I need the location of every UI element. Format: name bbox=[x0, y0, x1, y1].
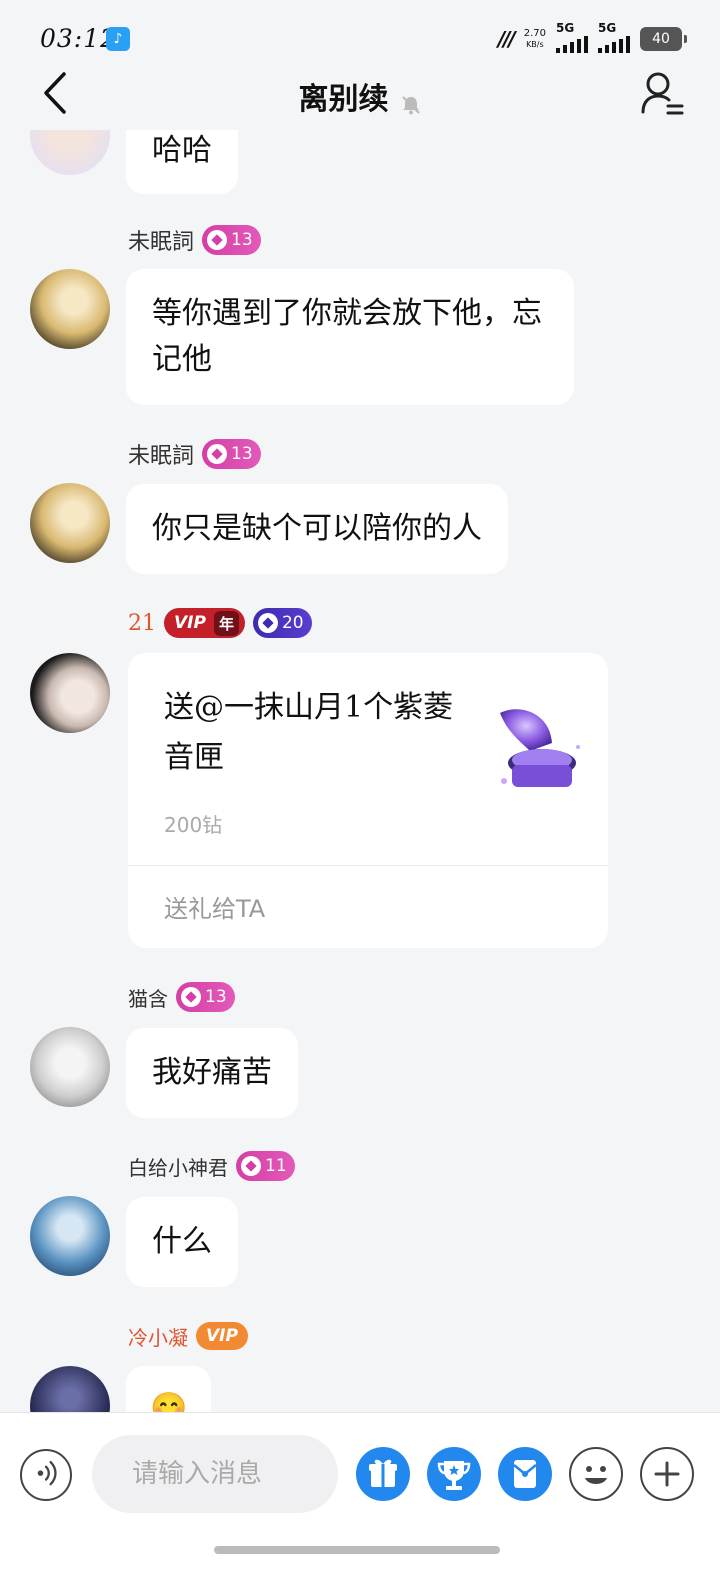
sender-name[interactable]: 猫含 bbox=[128, 983, 168, 1012]
network-speed-value: 2.70 bbox=[523, 27, 546, 39]
plus-icon bbox=[654, 1461, 680, 1487]
nfc-icon: /// bbox=[497, 26, 516, 51]
message-sender-row: 未眠詞 13 bbox=[128, 438, 261, 470]
level-badge: 13 bbox=[202, 225, 261, 255]
trophy-button[interactable] bbox=[427, 1447, 481, 1501]
message-sender-row: 猫含 13 bbox=[128, 981, 235, 1013]
emoji-button[interactable] bbox=[569, 1447, 623, 1501]
page-title: 离别续 bbox=[298, 82, 389, 117]
message-bubble[interactable]: 😊 bbox=[126, 1366, 212, 1412]
voice-button[interactable] bbox=[20, 1449, 72, 1501]
sender-name[interactable]: 21 bbox=[128, 611, 156, 636]
avatar[interactable] bbox=[30, 483, 110, 563]
vip-label: VIP bbox=[174, 613, 206, 633]
network-speed-unit: KB/s bbox=[526, 39, 544, 49]
message-bubble[interactable]: 等你遇到了你就会放下他，忘记他 bbox=[126, 269, 574, 405]
avatar[interactable] bbox=[30, 653, 110, 733]
message-text: 你只是缺个可以陪你的人 bbox=[152, 511, 482, 546]
status-indicators: /// 2.70 KB/s 5G 5G 40 bbox=[497, 21, 687, 53]
gift-card[interactable]: 送@一抹山月1个紫菱音匣 200钻 送礼给TA bbox=[128, 653, 608, 948]
vip-year-label: 年 bbox=[213, 610, 239, 636]
home-indicator[interactable] bbox=[214, 1546, 500, 1554]
message-text: 等你遇到了你就会放下他，忘记他 bbox=[152, 296, 542, 377]
level-badge: 11 bbox=[236, 1151, 295, 1181]
user-list-icon bbox=[641, 72, 684, 115]
level-badge: 13 bbox=[176, 982, 235, 1012]
gift-price: 200钻 bbox=[164, 813, 223, 837]
red-packet-button[interactable] bbox=[498, 1447, 552, 1501]
message-bubble[interactable]: 什么 bbox=[126, 1197, 238, 1287]
message-input[interactable] bbox=[92, 1435, 338, 1513]
emoji-icon bbox=[585, 1466, 607, 1484]
message-sender-row: 未眠詞 13 bbox=[128, 224, 261, 256]
level-badge: 20 bbox=[252, 608, 312, 638]
sim2-label: 5G bbox=[598, 21, 617, 35]
gramophone-gift-icon bbox=[500, 709, 580, 787]
level-value: 13 bbox=[205, 987, 227, 1007]
send-gift-link[interactable]: 送礼给TA bbox=[164, 889, 265, 924]
sender-name[interactable]: 未眠詞 bbox=[128, 438, 194, 470]
level-value: 20 bbox=[281, 613, 304, 633]
message-bubble[interactable]: 你只是缺个可以陪你的人 bbox=[126, 484, 508, 574]
diamond-icon bbox=[257, 613, 278, 633]
sender-name[interactable]: 白给小神君 bbox=[128, 1152, 228, 1181]
title-area: 离别续 bbox=[0, 74, 720, 118]
voice-icon bbox=[37, 1460, 57, 1486]
bell-muted-icon bbox=[401, 95, 420, 114]
battery-icon: 40 bbox=[640, 26, 687, 51]
message-text: 什么 bbox=[152, 1224, 212, 1259]
battery-level: 40 bbox=[652, 30, 670, 47]
message-list[interactable]: 哈哈 未眠詞 13 等你遇到了你就会放下他，忘记他 未眠詞 13 你只是缺个可以… bbox=[0, 130, 720, 1412]
input-bar bbox=[0, 1412, 720, 1584]
message-text: 哈哈 bbox=[152, 133, 212, 168]
message-text: 😊 bbox=[150, 1391, 188, 1412]
avatar[interactable] bbox=[30, 1366, 110, 1412]
avatar[interactable] bbox=[30, 130, 110, 175]
sender-name[interactable]: 冷小凝 bbox=[128, 1322, 188, 1351]
trophy-icon bbox=[437, 1461, 471, 1490]
group-members-button[interactable] bbox=[640, 68, 686, 118]
sender-name[interactable]: 未眠詞 bbox=[128, 224, 194, 256]
sim1-label: 5G bbox=[556, 21, 575, 35]
diamond-icon bbox=[207, 230, 228, 250]
message-sender-row: 冷小凝 VIP bbox=[128, 1320, 248, 1352]
more-button[interactable] bbox=[640, 1447, 694, 1501]
chat-screen: 03:12 ♪ /// 2.70 KB/s 5G 5G 40 离别续 哈哈 未眠… bbox=[0, 0, 720, 1584]
avatar[interactable] bbox=[30, 1027, 110, 1107]
level-value: 13 bbox=[231, 444, 253, 464]
message-sender-row: 21 VIP 年 20 bbox=[128, 607, 312, 639]
message-sender-row: 白给小神君 11 bbox=[128, 1150, 295, 1182]
envelope-icon bbox=[513, 1460, 537, 1488]
level-value: 13 bbox=[231, 230, 253, 250]
gift-button[interactable] bbox=[356, 1447, 410, 1501]
diamond-icon bbox=[207, 444, 228, 464]
diamond-icon bbox=[181, 987, 201, 1007]
message-text: 我好痛苦 bbox=[152, 1055, 272, 1090]
message-bubble[interactable]: 我好痛苦 bbox=[126, 1028, 298, 1118]
divider bbox=[128, 865, 608, 866]
level-badge: 13 bbox=[202, 439, 261, 469]
gift-icon bbox=[369, 1459, 397, 1487]
network-speed: 2.70 KB/s bbox=[524, 28, 546, 50]
music-app-icon: ♪ bbox=[106, 27, 130, 51]
signal-icon-1: 5G bbox=[556, 21, 588, 53]
vip-badge: VIP 年 bbox=[164, 608, 245, 638]
message-bubble[interactable]: 哈哈 bbox=[126, 130, 238, 194]
diamond-icon bbox=[241, 1156, 261, 1176]
avatar[interactable] bbox=[30, 269, 110, 349]
signal-icon-2: 5G bbox=[598, 21, 630, 53]
vip-badge: VIP bbox=[196, 1322, 248, 1350]
avatar[interactable] bbox=[30, 1196, 110, 1276]
level-value: 11 bbox=[265, 1156, 287, 1176]
chat-header: 离别续 bbox=[0, 60, 720, 130]
gift-text: 送@一抹山月1个紫菱音匣 bbox=[164, 690, 454, 775]
